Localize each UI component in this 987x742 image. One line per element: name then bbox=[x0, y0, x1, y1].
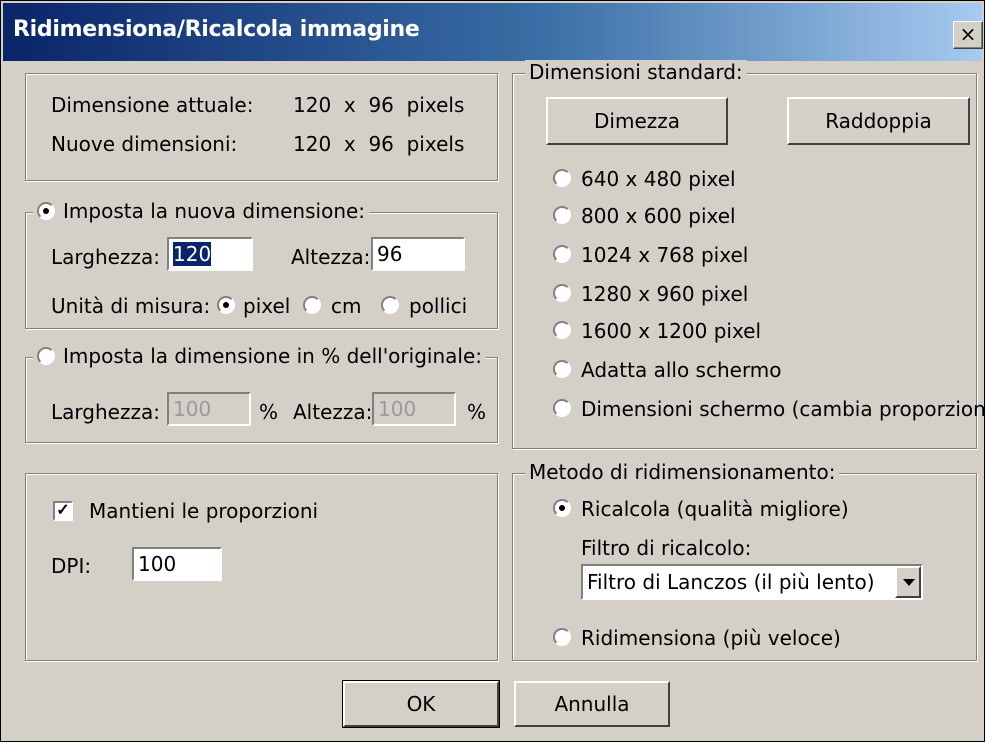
unit-cm-radio[interactable] bbox=[303, 296, 321, 314]
size-info-panel bbox=[25, 73, 498, 181]
preset-640-label: 640 x 480 pixel bbox=[581, 167, 736, 191]
new-dimension-label: Imposta la nuova dimensione: bbox=[63, 199, 366, 223]
screen-size-radio[interactable] bbox=[553, 399, 571, 417]
unit-cm-label: cm bbox=[331, 294, 362, 318]
new-size-value: 120 x 96 pixels bbox=[293, 132, 465, 156]
fit-screen-radio[interactable] bbox=[553, 360, 571, 378]
width-value: 120 bbox=[173, 242, 212, 266]
preset-1024-label: 1024 x 768 pixel bbox=[581, 243, 749, 267]
current-size-label: Dimensione attuale: bbox=[51, 93, 254, 117]
double-button[interactable]: Raddoppia bbox=[787, 97, 970, 145]
preset-800-label: 800 x 600 pixel bbox=[581, 204, 736, 228]
preset-1600-label: 1600 x 1200 pixel bbox=[581, 319, 762, 343]
new-dimension-radio[interactable] bbox=[37, 202, 55, 220]
dpi-input[interactable]: 100 bbox=[132, 547, 222, 581]
resample-label: Ricalcola (qualità migliore) bbox=[581, 497, 849, 521]
percent-dimension-label: Imposta la dimensione in % dell'original… bbox=[63, 344, 482, 368]
filter-select-value: Filtro di Lanczos (il più lento) bbox=[587, 570, 875, 594]
percent-dimension-radio[interactable] bbox=[37, 347, 55, 365]
new-dimension-legend[interactable]: Imposta la nuova dimensione: bbox=[33, 199, 370, 223]
percent-width-unit: % bbox=[259, 400, 279, 424]
resize-fast-label: Ridimensiona (più veloce) bbox=[581, 626, 841, 650]
chevron-down-icon[interactable] bbox=[895, 566, 921, 598]
height-input[interactable]: 96 bbox=[371, 237, 465, 271]
preset-1280-label: 1280 x 960 pixel bbox=[581, 282, 749, 306]
preset-800-radio[interactable] bbox=[553, 206, 571, 224]
percent-height-label: Altezza: bbox=[293, 400, 373, 424]
preset-1280-radio[interactable] bbox=[553, 284, 571, 302]
ok-button[interactable]: OK bbox=[342, 680, 500, 728]
height-label: Altezza: bbox=[291, 245, 371, 269]
percent-width-label: Larghezza: bbox=[51, 400, 160, 424]
percent-dimension-legend[interactable]: Imposta la dimensione in % dell'original… bbox=[33, 344, 486, 368]
standard-sizes-legend: Dimensioni standard: bbox=[525, 60, 747, 84]
halve-button[interactable]: Dimezza bbox=[546, 97, 728, 145]
resize-fast-radio[interactable] bbox=[553, 628, 571, 646]
preset-1024-radio[interactable] bbox=[553, 245, 571, 263]
title-bar[interactable]: Ridimensiona/Ricalcola immagine × bbox=[3, 3, 983, 61]
filter-select[interactable]: Filtro di Lanczos (il più lento) bbox=[581, 564, 923, 600]
unit-pixel-radio[interactable] bbox=[217, 296, 235, 314]
close-button[interactable]: × bbox=[953, 21, 983, 49]
units-label: Unità di misura: bbox=[51, 294, 211, 318]
unit-inches-label: pollici bbox=[409, 294, 468, 318]
resample-radio[interactable] bbox=[553, 499, 571, 517]
new-size-label: Nuove dimensioni: bbox=[51, 132, 238, 156]
cancel-button[interactable]: Annulla bbox=[514, 681, 670, 727]
fit-screen-label: Adatta allo schermo bbox=[581, 358, 782, 382]
current-size-value: 120 x 96 pixels bbox=[293, 93, 465, 117]
screen-size-label: Dimensioni schermo (cambia proporzioni) bbox=[581, 397, 987, 421]
unit-inches-radio[interactable] bbox=[381, 296, 399, 314]
percent-height-unit: % bbox=[467, 400, 487, 424]
preset-1600-radio[interactable] bbox=[553, 321, 571, 339]
percent-height-input[interactable]: 100 bbox=[372, 392, 456, 426]
dpi-label: DPI: bbox=[51, 554, 92, 578]
preset-640-radio[interactable] bbox=[553, 169, 571, 187]
resize-dialog: Ridimensiona/Ricalcola immagine × Dimens… bbox=[0, 0, 987, 742]
resize-method-legend: Metodo di ridimensionamento: bbox=[525, 460, 840, 484]
keep-ratio-label: Mantieni le proporzioni bbox=[89, 499, 319, 523]
percent-width-input[interactable]: 100 bbox=[167, 392, 251, 426]
width-input[interactable]: 120 bbox=[167, 237, 253, 271]
width-label: Larghezza: bbox=[51, 245, 160, 269]
unit-pixel-label: pixel bbox=[243, 294, 291, 318]
keep-ratio-checkbox[interactable]: ✓ bbox=[53, 501, 73, 521]
dialog-title: Ridimensiona/Ricalcola immagine bbox=[13, 17, 420, 42]
filter-label: Filtro di ricalcolo: bbox=[581, 536, 752, 560]
